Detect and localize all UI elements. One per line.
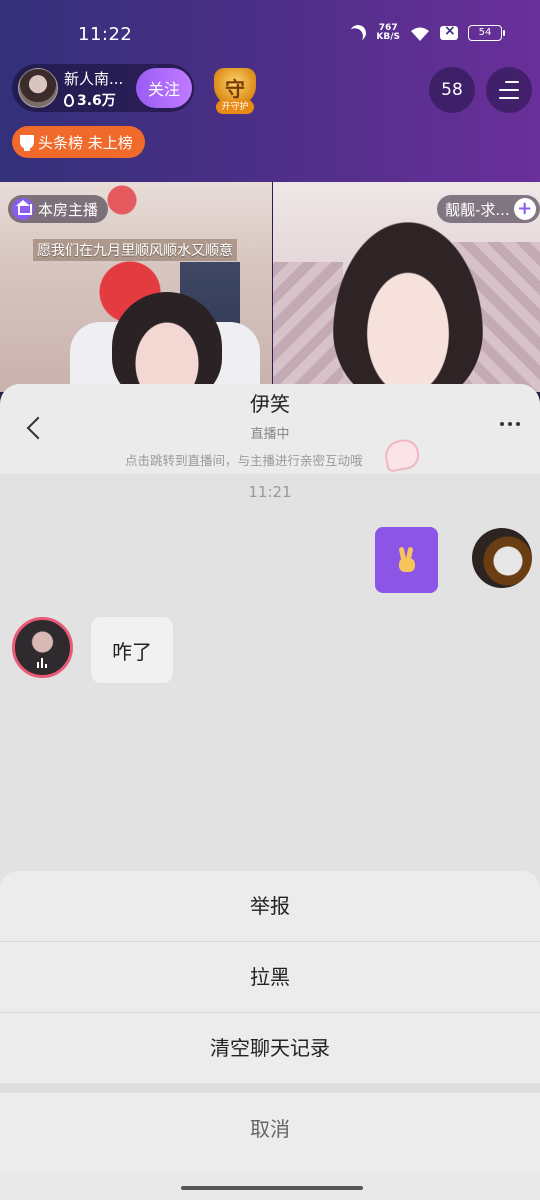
victory-hand-palm (398, 558, 415, 572)
live-video[interactable]: 本房主播 靓靓-求... + 愿我们在九月里顺风顺水又顺意 (0, 182, 540, 392)
peer-message-bubble[interactable]: 咋了 (91, 617, 173, 683)
wifi-icon (410, 26, 430, 41)
chat-hint[interactable]: 点击跳转到直播间，与主播进行亲密互动哦 (125, 450, 363, 469)
live-bar (37, 662, 39, 668)
my-avatar[interactable] (472, 528, 532, 588)
divider (0, 1083, 540, 1093)
flame-icon (64, 93, 74, 107)
home-indicator[interactable] (181, 1186, 363, 1190)
home-icon (12, 198, 34, 220)
more-icon[interactable] (500, 422, 520, 426)
tap-hand-icon (382, 437, 422, 473)
more-dot (500, 422, 504, 426)
status-icons: 767 KB/S 54 (348, 23, 505, 44)
trophy-icon (20, 135, 34, 151)
peer-avatar[interactable] (12, 617, 73, 678)
host-popularity: 3.6万 (64, 90, 116, 110)
rank-label: 头条榜 未上榜 (38, 133, 133, 152)
host-video-figure (112, 292, 222, 392)
my-message-bubble[interactable] (375, 527, 438, 593)
more-dot (516, 422, 520, 426)
menu-button[interactable] (486, 67, 532, 113)
chat-title[interactable]: 伊笑 (0, 388, 540, 417)
viewer-count[interactable]: 58 (429, 67, 475, 113)
status-time: 11:22 (78, 24, 133, 45)
action-sheet: 举报 拉黑 清空聊天记录 取消 (0, 871, 540, 1200)
peer-host-tag[interactable]: 靓靓-求... + (437, 195, 540, 223)
live-bar (41, 658, 43, 668)
host-name: 新人南... (64, 70, 124, 88)
menu-line (505, 81, 519, 83)
network-speed-unit: KB/S (376, 32, 400, 42)
live-room-header: 11:22 767 KB/S 54 新人南... 3.6万 关注 守 开守护 5… (0, 0, 540, 182)
host-popularity-value: 3.6万 (77, 93, 116, 109)
live-bar (45, 664, 47, 668)
guard-button[interactable]: 守 开守护 (208, 66, 262, 116)
status-bar: 11:22 767 KB/S 54 (0, 0, 540, 70)
do-not-disturb-icon (348, 23, 369, 44)
message-timestamp: 11:21 (248, 483, 292, 501)
more-dot (508, 422, 512, 426)
peer-host-tag-label: 靓靓-求... (445, 200, 510, 219)
follow-button[interactable]: 关注 (136, 68, 192, 108)
clear-chat-button[interactable]: 清空聊天记录 (0, 1013, 540, 1083)
peer-video-figure (333, 222, 483, 392)
menu-line (499, 89, 519, 91)
chat-header: 伊笑 直播中 点击跳转到直播间，与主播进行亲密互动哦 (0, 384, 540, 474)
sim-off-icon (440, 23, 458, 40)
live-indicator-icon (37, 658, 47, 668)
chat-live-status: 直播中 (250, 427, 290, 442)
menu-line (499, 97, 519, 99)
battery-icon: 54 (468, 25, 505, 41)
guard-label: 开守护 (216, 100, 254, 114)
host-avatar[interactable] (18, 68, 58, 108)
cancel-button[interactable]: 取消 (0, 1093, 540, 1173)
report-button[interactable]: 举报 (0, 871, 540, 941)
video-caption: 愿我们在九月里顺风顺水又顺意 (33, 239, 237, 261)
rank-badge[interactable]: 头条榜 未上榜 (12, 126, 145, 158)
home-host-tag-label: 本房主播 (38, 200, 99, 219)
victory-hand-icon (396, 546, 418, 573)
home-host-tag[interactable]: 本房主播 (8, 195, 109, 223)
block-button[interactable]: 拉黑 (0, 942, 540, 1012)
add-peer-icon[interactable]: + (513, 198, 536, 220)
network-speed: 767 KB/S (376, 24, 400, 42)
